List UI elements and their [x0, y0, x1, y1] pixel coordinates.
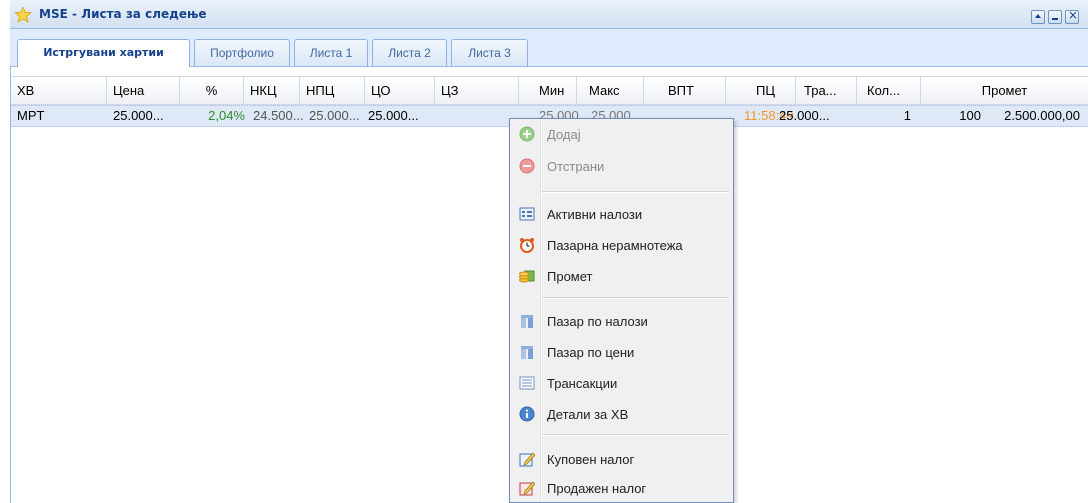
col-header-hv[interactable]: ХВ: [11, 77, 107, 104]
menu-item-active-orders[interactable]: Активни налози: [510, 201, 733, 227]
menu-label-market-imbalance: Пазарна нерамнотежа: [547, 238, 683, 253]
col-header-nkc[interactable]: НКЦ: [244, 77, 300, 104]
menu-item-market-imbalance[interactable]: Пазарна нерамнотежа: [510, 232, 733, 258]
col-header-max[interactable]: Макс: [577, 77, 644, 104]
cell-pc: 25.000...: [779, 108, 830, 123]
tab-list-2[interactable]: Листа 2: [372, 39, 447, 66]
menu-label-turnover: Промет: [547, 269, 593, 284]
info-icon: [519, 406, 535, 422]
cell-nkc: 24.500...: [253, 108, 304, 123]
column-icon: [521, 315, 533, 328]
menu-label-market-by-prices: Пазар по цени: [547, 345, 635, 360]
menu-item-turnover[interactable]: Промет: [510, 263, 733, 289]
tab-strip: Истргувани хартии Портфолио Листа 1 Лист…: [10, 29, 1088, 67]
pencil-blue-icon: [519, 452, 535, 467]
window-title: MSE - Листа за следење: [39, 7, 207, 21]
tab-list-3[interactable]: Листа 3: [451, 39, 528, 66]
col-header-turnover[interactable]: Промет: [921, 77, 1088, 104]
cell-turnover: 2.500.000,00: [1004, 108, 1080, 123]
cell-hv: MPT: [17, 108, 45, 123]
cell-co: 25.000...: [368, 108, 419, 123]
star-icon: [14, 7, 32, 23]
cell-price: 25.000...: [113, 108, 164, 123]
col-header-min[interactable]: Мин: [519, 77, 577, 104]
menu-label-sell-order: Продажен налог: [547, 481, 647, 496]
minimize-button[interactable]: [1048, 10, 1062, 24]
column-icon: [521, 346, 533, 359]
menu-label-active-orders: Активни налози: [547, 207, 643, 222]
plus-circle-icon: [519, 126, 535, 142]
cell-npc: 25.000...: [309, 108, 360, 123]
window-titlebar: MSE - Листа за следење: [10, 0, 1088, 29]
menu-separator: [542, 434, 729, 436]
close-button[interactable]: [1065, 8, 1079, 24]
order-list-icon: [519, 207, 535, 221]
cell-cz: [435, 106, 519, 126]
collapse-button[interactable]: [1031, 10, 1045, 24]
cell-quantity: 100: [959, 108, 981, 123]
menu-item-transactions[interactable]: Трансакции: [510, 370, 733, 396]
col-header-transactions[interactable]: Тра...: [796, 77, 857, 104]
menu-label-remove: Отстрани: [547, 159, 605, 174]
col-header-price[interactable]: Цена: [107, 77, 180, 104]
tab-list-1[interactable]: Листа 1: [294, 39, 368, 66]
menu-item-market-by-prices[interactable]: Пазар по цени: [510, 339, 733, 365]
minus-circle-icon: [519, 158, 535, 174]
menu-item-buy-order[interactable]: Куповен налог: [510, 446, 733, 472]
menu-label-transactions: Трансакции: [547, 376, 618, 391]
coins-icon: [519, 270, 535, 283]
col-header-co[interactable]: ЦО: [365, 77, 435, 104]
menu-label-details: Детали за ХВ: [547, 407, 629, 422]
menu-item-market-by-orders[interactable]: Пазар по налози: [510, 308, 733, 334]
context-menu: Додај Отстрани Активни налози Пазарна не…: [509, 118, 734, 503]
menu-separator: [542, 297, 729, 299]
menu-item-details[interactable]: Детали за ХВ: [510, 401, 733, 427]
cell-percent: 2,04%: [208, 108, 245, 123]
menu-label-add: Додај: [547, 127, 581, 142]
col-header-cz[interactable]: ЦЗ: [435, 77, 519, 104]
menu-label-buy-order: Куповен налог: [547, 452, 635, 467]
cell-transactions: 1: [903, 108, 911, 123]
menu-separator: [542, 191, 729, 193]
grid-header: ХВ Цена % НКЦ НПЦ ЦО ЦЗ Мин Макс ВПТ ПЦ …: [11, 76, 1088, 105]
col-header-quantity[interactable]: Кол...: [857, 77, 921, 104]
pencil-red-icon: [519, 481, 535, 496]
col-header-pc[interactable]: ПЦ: [726, 77, 796, 104]
menu-item-remove[interactable]: Отстрани: [510, 153, 733, 179]
tab-traded-securities[interactable]: Истргувани хартии: [17, 39, 190, 67]
alarm-clock-icon: [520, 238, 534, 253]
tab-portfolio[interactable]: Портфолио: [194, 39, 290, 66]
list-icon: [519, 376, 535, 390]
col-header-percent[interactable]: %: [180, 77, 244, 104]
col-header-npc[interactable]: НПЦ: [300, 77, 365, 104]
col-header-vpt[interactable]: ВПТ: [644, 77, 726, 104]
menu-label-market-by-orders: Пазар по налози: [547, 314, 648, 329]
menu-item-sell-order[interactable]: Продажен налог: [510, 475, 733, 501]
menu-item-add[interactable]: Додај: [510, 121, 733, 147]
